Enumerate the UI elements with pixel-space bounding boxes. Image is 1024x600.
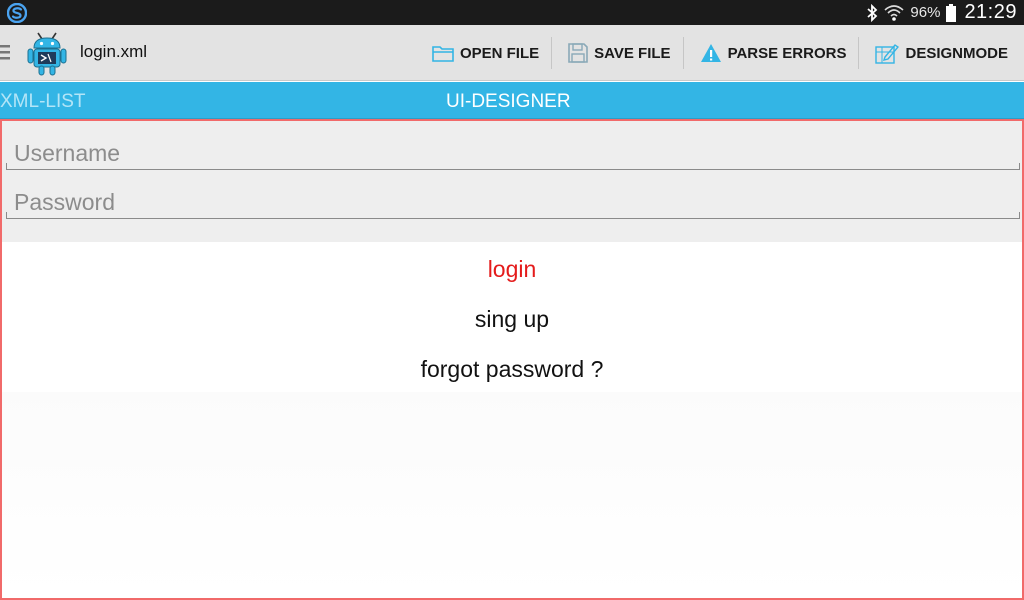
open-file-label: OPEN FILE (459, 44, 540, 62)
bluetooth-icon (867, 3, 878, 22)
tab-ui-designer[interactable]: UI-DESIGNER (446, 91, 571, 113)
save-file-label: SAVE FILE (594, 44, 671, 62)
action-bar: login.xml OPEN FILE SAVE FILE PARSE ERRO… (0, 25, 1024, 81)
save-file-button[interactable]: SAVE FILE (551, 37, 682, 69)
tab-strip: XML-LIST UI-DESIGNER (0, 82, 1024, 119)
open-file-button[interactable]: OPEN FILE (416, 37, 551, 69)
designmode-button[interactable]: DESIGNMODE (858, 37, 1020, 69)
status-bar: 96% 21:29 (0, 0, 1024, 25)
tab-xml-list[interactable]: XML-LIST (0, 91, 86, 113)
username-placeholder: Username (14, 140, 121, 166)
folder-icon (432, 46, 454, 62)
action-links: login sing up forgot password ? (2, 242, 1022, 392)
wifi-icon (884, 4, 904, 21)
app-title: login.xml (80, 42, 148, 61)
clock: 21:29 (964, 1, 1017, 23)
app-s-icon (7, 3, 27, 23)
floppy-disk-icon (568, 43, 588, 63)
login-form: Username Password (2, 121, 1022, 242)
designer-canvas: Username Password login sing up forgot p… (0, 119, 1024, 600)
username-field[interactable]: Username (6, 126, 1020, 170)
forgot-password-link[interactable]: forgot password ? (2, 356, 1022, 383)
drawer-menu-icon[interactable] (0, 43, 10, 61)
login-link[interactable]: login (2, 256, 1022, 283)
parse-errors-label: PARSE ERRORS (727, 44, 847, 62)
battery-percentage: 96% (910, 4, 941, 21)
signup-link[interactable]: sing up (2, 306, 1022, 333)
warning-icon (700, 44, 721, 62)
password-placeholder: Password (14, 189, 115, 215)
password-field[interactable]: Password (6, 175, 1020, 219)
status-indicators: 96% 21:29 (866, 0, 1017, 25)
battery-icon (946, 3, 957, 22)
action-items: OPEN FILE SAVE FILE PARSE ERRORS DESIGNM… (416, 25, 1020, 81)
designmode-icon (875, 44, 900, 64)
parse-errors-button[interactable]: PARSE ERRORS (682, 37, 859, 69)
designmode-label: DESIGNMODE (905, 44, 1008, 62)
android-app-icon[interactable] (26, 30, 68, 76)
